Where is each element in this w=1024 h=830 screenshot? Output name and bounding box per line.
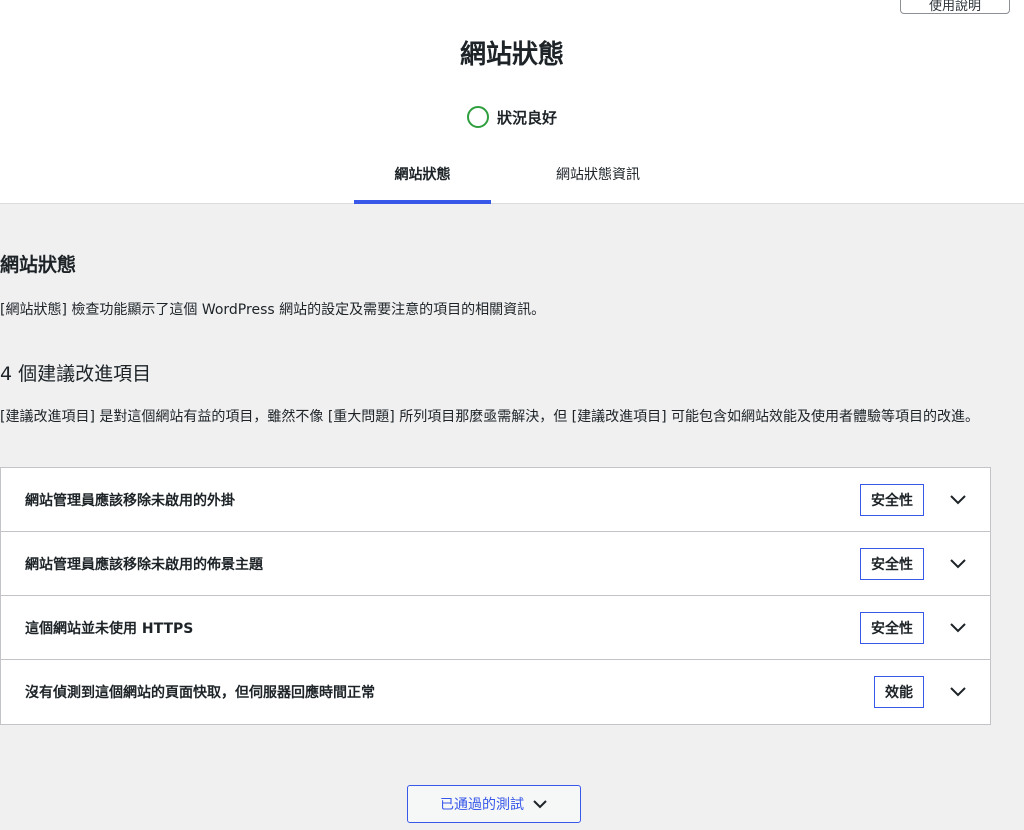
- status-circle-icon: [466, 106, 489, 128]
- tab-bar: 網站狀態 網站狀態資訊: [354, 154, 705, 204]
- issue-item[interactable]: 這個網站並未使用 HTTPS 安全性: [1, 596, 990, 660]
- issue-badge: 安全性: [860, 611, 924, 644]
- issue-item[interactable]: 網站管理員應該移除未啟用的外掛 安全性: [1, 468, 990, 532]
- help-button[interactable]: 使用說明: [900, 0, 1010, 14]
- status-text: 狀況良好: [496, 108, 557, 127]
- chevron-down-icon[interactable]: [938, 480, 978, 520]
- recommended-count-title: 4 個建議改進項目: [0, 363, 152, 385]
- issue-item[interactable]: 網站管理員應該移除未啟用的佈景主題 安全性: [1, 532, 990, 596]
- issue-badge: 效能: [874, 676, 924, 708]
- passed-tests-label: 已通過的測試: [440, 797, 524, 813]
- issue-badge: 安全性: [860, 483, 924, 516]
- chevron-down-icon[interactable]: [938, 608, 978, 648]
- intro-text: [網站狀態] 檢查功能顯示了這個 WordPress 網站的設定及需要注意的項目…: [0, 302, 546, 318]
- page-title: 網站狀態: [459, 40, 564, 70]
- issue-badge: 安全性: [860, 547, 924, 580]
- recommended-description: [建議改進項目] 是對這個網站有益的項目，雖然不像 [重大問題] 所列項目那麼亟…: [0, 409, 980, 425]
- tab-site-health-info[interactable]: 網站狀態資訊: [491, 154, 705, 204]
- passed-tests-button[interactable]: 已通過的測試: [407, 785, 581, 823]
- issue-label: 這個網站並未使用 HTTPS: [25, 620, 194, 637]
- section-title: 網站狀態: [0, 254, 77, 276]
- issue-label: 沒有偵測到這個網站的頁面快取，但伺服器回應時間正常: [25, 685, 375, 701]
- chevron-down-icon: [533, 800, 547, 809]
- issue-label: 網站管理員應該移除未啟用的外掛: [25, 492, 235, 509]
- chevron-down-icon[interactable]: [938, 672, 978, 712]
- issue-label: 網站管理員應該移除未啟用的佈景主題: [25, 556, 263, 573]
- issue-item[interactable]: 沒有偵測到這個網站的頁面快取，但伺服器回應時間正常 效能: [1, 660, 990, 724]
- tab-site-health-status[interactable]: 網站狀態: [354, 154, 491, 204]
- issues-list: 網站管理員應該移除未啟用的外掛 安全性 網站管理員應該移除未啟用的佈景主題 安全…: [0, 467, 991, 725]
- page-header: 使用說明 網站狀態 狀況良好 網站狀態 網站狀態資訊: [0, 0, 1024, 204]
- site-health-status: 狀況良好: [0, 106, 1024, 128]
- chevron-down-icon[interactable]: [938, 544, 978, 584]
